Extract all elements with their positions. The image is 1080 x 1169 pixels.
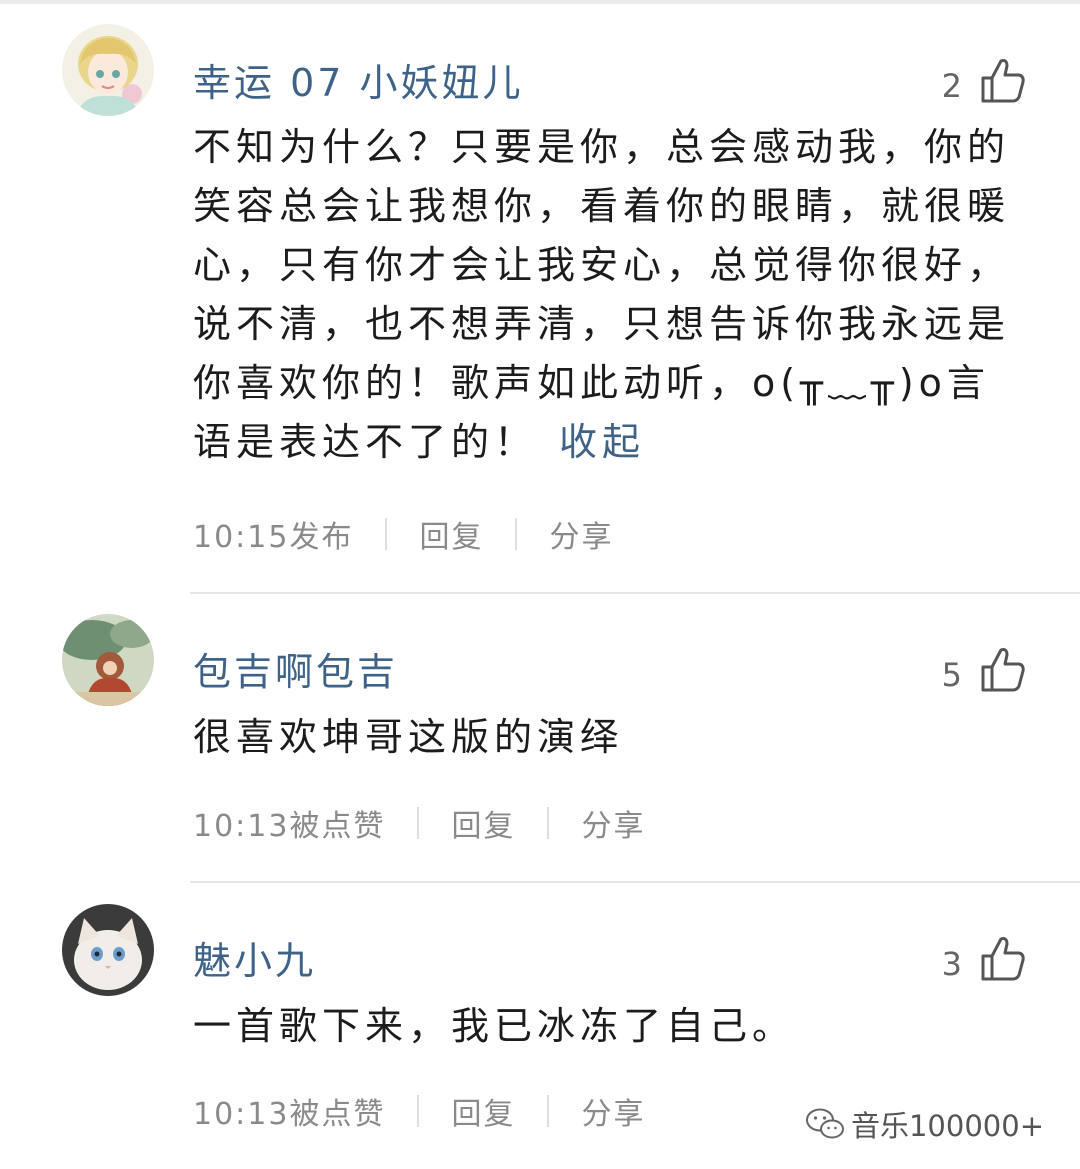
comment-username[interactable]: 包吉啊包吉 [193, 641, 398, 696]
comment-text: 一首歌下来，我已冰冻了自己。 [193, 997, 1023, 1056]
comment-time: 10:13被点赞 [193, 1097, 386, 1132]
comment-meta: 10:15发布 回复 分享 [193, 512, 613, 556]
anime-girl-avatar-icon [62, 24, 154, 116]
kitten-avatar-icon [62, 904, 154, 996]
meta-separator [385, 518, 388, 550]
meta-separator [417, 807, 420, 839]
watermark: 音乐100000+ [805, 1103, 1044, 1145]
like-count: 2 [941, 67, 962, 105]
reply-button[interactable]: 回复 [451, 1089, 515, 1133]
share-button[interactable]: 分享 [581, 801, 645, 845]
like-count: 3 [941, 945, 962, 983]
comment-meta: 10:13被点赞 回复 分享 [193, 1089, 645, 1133]
reply-button[interactable]: 回复 [419, 512, 483, 556]
comment-username[interactable]: 魅小九 [193, 930, 316, 985]
share-button[interactable]: 分享 [549, 512, 613, 556]
thumbs-up-icon[interactable] [980, 645, 1026, 693]
like-control[interactable]: 2 [942, 52, 1026, 104]
thumbs-up-icon[interactable] [980, 934, 1026, 982]
comment-text: 很喜欢坤哥这版的演绎 [193, 708, 1023, 767]
meta-separator [417, 1095, 420, 1127]
meta-separator [547, 1095, 550, 1127]
like-count: 5 [941, 656, 962, 694]
comment-divider [190, 881, 1080, 883]
watermark-text: 音乐100000+ [850, 1109, 1044, 1143]
comment-time: 10:15发布 [193, 520, 354, 555]
collapse-link[interactable]: 收起 [559, 420, 645, 464]
like-control[interactable]: 5 [942, 641, 1026, 693]
avatar[interactable] [62, 904, 154, 996]
top-border [0, 0, 1080, 4]
comment-text: 不知为什么？只要是你，总会感动我，你的笑容总会让我想你，看着你的眼睛，就很暖心，… [193, 118, 1023, 472]
comment-divider [190, 592, 1080, 594]
comment-body: 不知为什么？只要是你，总会感动我，你的笑容总会让我想你，看着你的眼睛，就很暖心，… [193, 125, 1011, 464]
reply-button[interactable]: 回复 [451, 801, 515, 845]
thumbs-up-icon[interactable] [980, 56, 1026, 104]
like-control[interactable]: 3 [942, 930, 1026, 982]
comment-username[interactable]: 幸运 07 小妖妞儿 [193, 52, 524, 107]
avatar[interactable] [62, 24, 154, 116]
share-button[interactable]: 分享 [581, 1089, 645, 1133]
comment-time: 10:13被点赞 [193, 809, 386, 844]
wechat-icon [805, 1108, 844, 1139]
illustration-avatar-icon [62, 614, 154, 706]
comment-body: 一首歌下来，我已冰冻了自己。 [193, 1004, 796, 1048]
avatar[interactable] [62, 614, 154, 706]
comment-body: 很喜欢坤哥这版的演绎 [193, 715, 624, 759]
comment-meta: 10:13被点赞 回复 分享 [193, 801, 645, 845]
meta-separator [547, 807, 550, 839]
meta-separator [515, 518, 518, 550]
